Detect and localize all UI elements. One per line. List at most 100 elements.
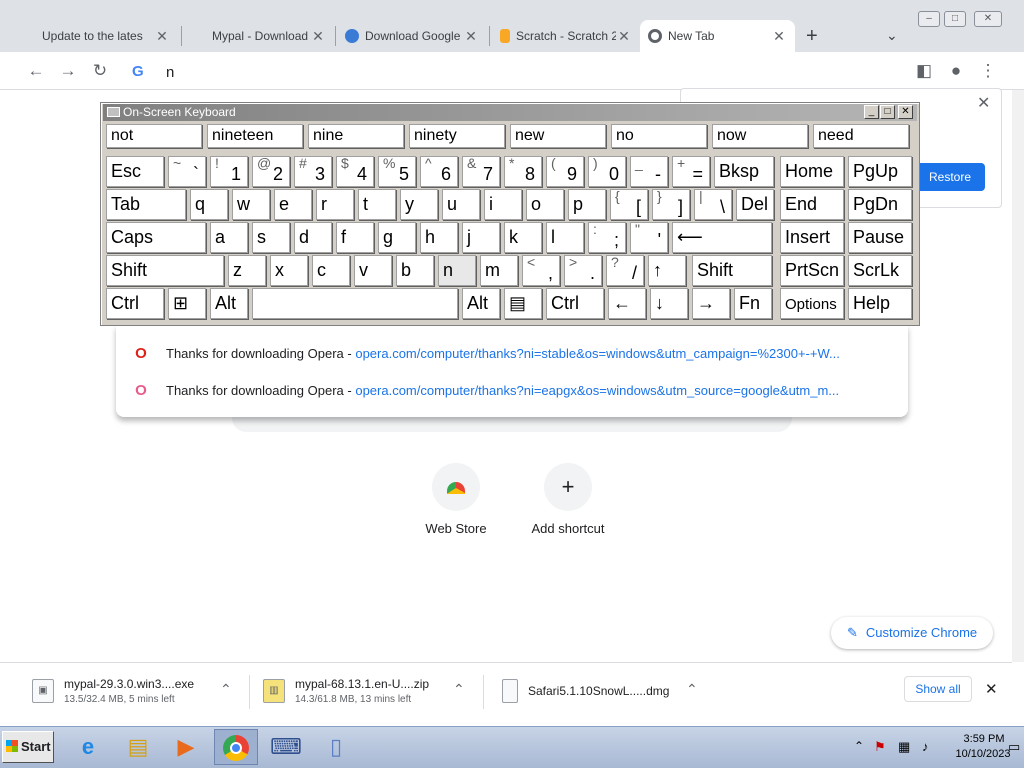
osk-key-1[interactable]: ! 1 xyxy=(210,156,248,187)
close-tab-icon[interactable]: ✕ xyxy=(463,28,479,45)
tab-search-icon[interactable]: ⌄ xyxy=(886,27,898,44)
osk-minimize-icon[interactable]: _ xyxy=(864,105,879,119)
back-icon[interactable]: ← xyxy=(26,61,46,81)
osk-key-sym[interactable]: + = xyxy=(672,156,710,187)
osk-key-sym[interactable]: " ' xyxy=(630,222,668,253)
osk-prediction[interactable]: now xyxy=(712,124,808,148)
osk-taskbar-icon[interactable]: ⌨ xyxy=(264,729,308,765)
osk-key-scrlk[interactable]: ScrLk xyxy=(848,255,912,286)
suggestion-item[interactable]: O Thanks for downloading Opera - opera.c… xyxy=(116,375,908,405)
osk-key-z[interactable]: z xyxy=(228,255,266,286)
osk-key-alt[interactable]: Alt xyxy=(210,288,248,319)
osk-key-esc[interactable]: Esc xyxy=(106,156,164,187)
maximize-icon[interactable]: □ xyxy=(944,11,966,27)
osk-key-sym[interactable]: ← xyxy=(608,288,646,319)
address-input[interactable]: n xyxy=(166,64,174,81)
osk-key-sym[interactable]: ⟵ xyxy=(672,222,772,253)
tab-mypal[interactable]: Mypal - Download ✕ xyxy=(184,20,334,52)
osk-prediction[interactable]: new xyxy=(510,124,606,148)
side-panel-icon[interactable]: ◧ xyxy=(914,61,934,81)
chrome-taskbar-icon[interactable] xyxy=(214,729,258,765)
clock-time[interactable]: 3:59 PM xyxy=(954,733,1014,745)
tab-update[interactable]: Update to the lates ✕ xyxy=(28,20,178,52)
osk-key-sym[interactable]: → xyxy=(692,288,730,319)
osk-key-0[interactable]: ) 0 xyxy=(588,156,626,187)
osk-key-w[interactable]: w xyxy=(232,189,270,220)
internet-explorer-icon[interactable]: e xyxy=(66,729,110,765)
show-all-button[interactable]: Show all xyxy=(904,676,972,702)
shortcut-add[interactable]: + Add shortcut xyxy=(513,463,623,536)
osk-key-m[interactable]: m xyxy=(480,255,518,286)
osk-key-help[interactable]: Help xyxy=(848,288,912,319)
chevron-up-icon[interactable]: ⌃ xyxy=(453,681,465,698)
minimize-icon[interactable]: – xyxy=(918,11,940,27)
download-item[interactable]: Safari5.1.10SnowL.....dmg xyxy=(502,663,669,719)
osk-title-bar[interactable]: On-Screen Keyboard xyxy=(103,104,917,121)
osk-key-caps[interactable]: Caps xyxy=(106,222,206,253)
osk-key-l[interactable]: l xyxy=(546,222,584,253)
osk-key-pause[interactable]: Pause xyxy=(848,222,912,253)
suggestion-item[interactable]: O Thanks for downloading Opera - opera.c… xyxy=(116,338,908,368)
close-window-icon[interactable]: ✕ xyxy=(974,11,1002,27)
osk-key-7[interactable]: & 7 xyxy=(462,156,500,187)
start-button[interactable]: Start xyxy=(2,731,54,763)
close-downloads-icon[interactable]: ✕ xyxy=(985,680,998,698)
osk-key-pgdn[interactable]: PgDn xyxy=(848,189,912,220)
osk-key-v[interactable]: v xyxy=(354,255,392,286)
osk-key-k[interactable]: k xyxy=(504,222,542,253)
media-player-icon[interactable]: ▶ xyxy=(164,729,208,765)
osk-key-bksp[interactable]: Bksp xyxy=(714,156,774,187)
osk-key-sym[interactable]: _ - xyxy=(630,156,668,187)
osk-key-fn[interactable]: Fn xyxy=(734,288,772,319)
osk-key-tab[interactable]: Tab xyxy=(106,189,186,220)
osk-key-6[interactable]: ^ 6 xyxy=(420,156,458,187)
osk-close-icon[interactable]: ✕ xyxy=(898,105,913,119)
download-item[interactable]: ▣ mypal-29.3.0.win3....exe 13.5/32.4 MB, … xyxy=(32,663,194,719)
osk-key-e[interactable]: e xyxy=(274,189,312,220)
menu-icon[interactable]: ⋮ xyxy=(978,61,998,81)
osk-key-a[interactable]: a xyxy=(210,222,248,253)
scrollbar[interactable] xyxy=(1012,90,1024,662)
osk-key-options[interactable]: Options xyxy=(780,288,844,319)
shortcut-web-store[interactable]: Web Store xyxy=(401,463,511,536)
close-tab-icon[interactable]: ✕ xyxy=(310,28,326,45)
restore-button[interactable]: Restore xyxy=(915,163,985,191)
osk-key-sym[interactable]: ~ ` xyxy=(168,156,206,187)
osk-key-sym[interactable]: ▤ xyxy=(504,288,542,319)
volume-icon[interactable]: ♪ xyxy=(922,739,929,754)
tab-download-google[interactable]: Download Google E ✕ xyxy=(337,20,487,52)
osk-key-sym[interactable]: ↑ xyxy=(648,255,686,286)
osk-prediction[interactable]: nine xyxy=(308,124,404,148)
osk-key-ctrl[interactable]: Ctrl xyxy=(106,288,164,319)
show-hidden-icon[interactable]: ⌃ xyxy=(854,739,864,753)
osk-key-9[interactable]: (9 xyxy=(546,156,584,187)
osk-key-j[interactable]: j xyxy=(462,222,500,253)
chevron-up-icon[interactable]: ⌃ xyxy=(686,681,698,698)
osk-key-home[interactable]: Home xyxy=(780,156,844,187)
download-item[interactable]: ▥ mypal-68.13.1.en-U....zip 14.3/61.8 MB,… xyxy=(263,663,429,719)
customize-chrome-button[interactable]: ✎ Customize Chrome xyxy=(831,617,993,649)
osk-key-sym[interactable]: {[ xyxy=(610,189,648,220)
osk-key-d[interactable]: d xyxy=(294,222,332,253)
osk-key-sym[interactable]: }] xyxy=(652,189,690,220)
osk-key-sym[interactable]: <, xyxy=(522,255,560,286)
address-bar[interactable]: G n xyxy=(116,56,906,88)
osk-key-t[interactable]: t xyxy=(358,189,396,220)
osk-key-space[interactable] xyxy=(252,288,458,319)
osk-key-insert[interactable]: Insert xyxy=(780,222,844,253)
osk-key-f[interactable]: f xyxy=(336,222,374,253)
close-tab-icon[interactable]: ✕ xyxy=(154,28,170,45)
osk-key-5[interactable]: % 5 xyxy=(378,156,416,187)
document-icon[interactable]: ▯ xyxy=(314,729,358,765)
close-tab-icon[interactable]: ✕ xyxy=(771,28,787,45)
osk-key-alt[interactable]: Alt xyxy=(462,288,500,319)
osk-maximize-icon[interactable]: □ xyxy=(880,105,895,119)
show-desktop-icon[interactable]: ▭ xyxy=(1008,739,1020,755)
osk-key-y[interactable]: y xyxy=(400,189,438,220)
osk-key-x[interactable]: x xyxy=(270,255,308,286)
osk-key-h[interactable]: h xyxy=(420,222,458,253)
osk-key-sym[interactable]: ↓ xyxy=(650,288,688,319)
chevron-up-icon[interactable]: ⌃ xyxy=(220,681,232,698)
osk-key-b[interactable]: b xyxy=(396,255,434,286)
action-center-icon[interactable]: ⚑ xyxy=(874,739,886,755)
